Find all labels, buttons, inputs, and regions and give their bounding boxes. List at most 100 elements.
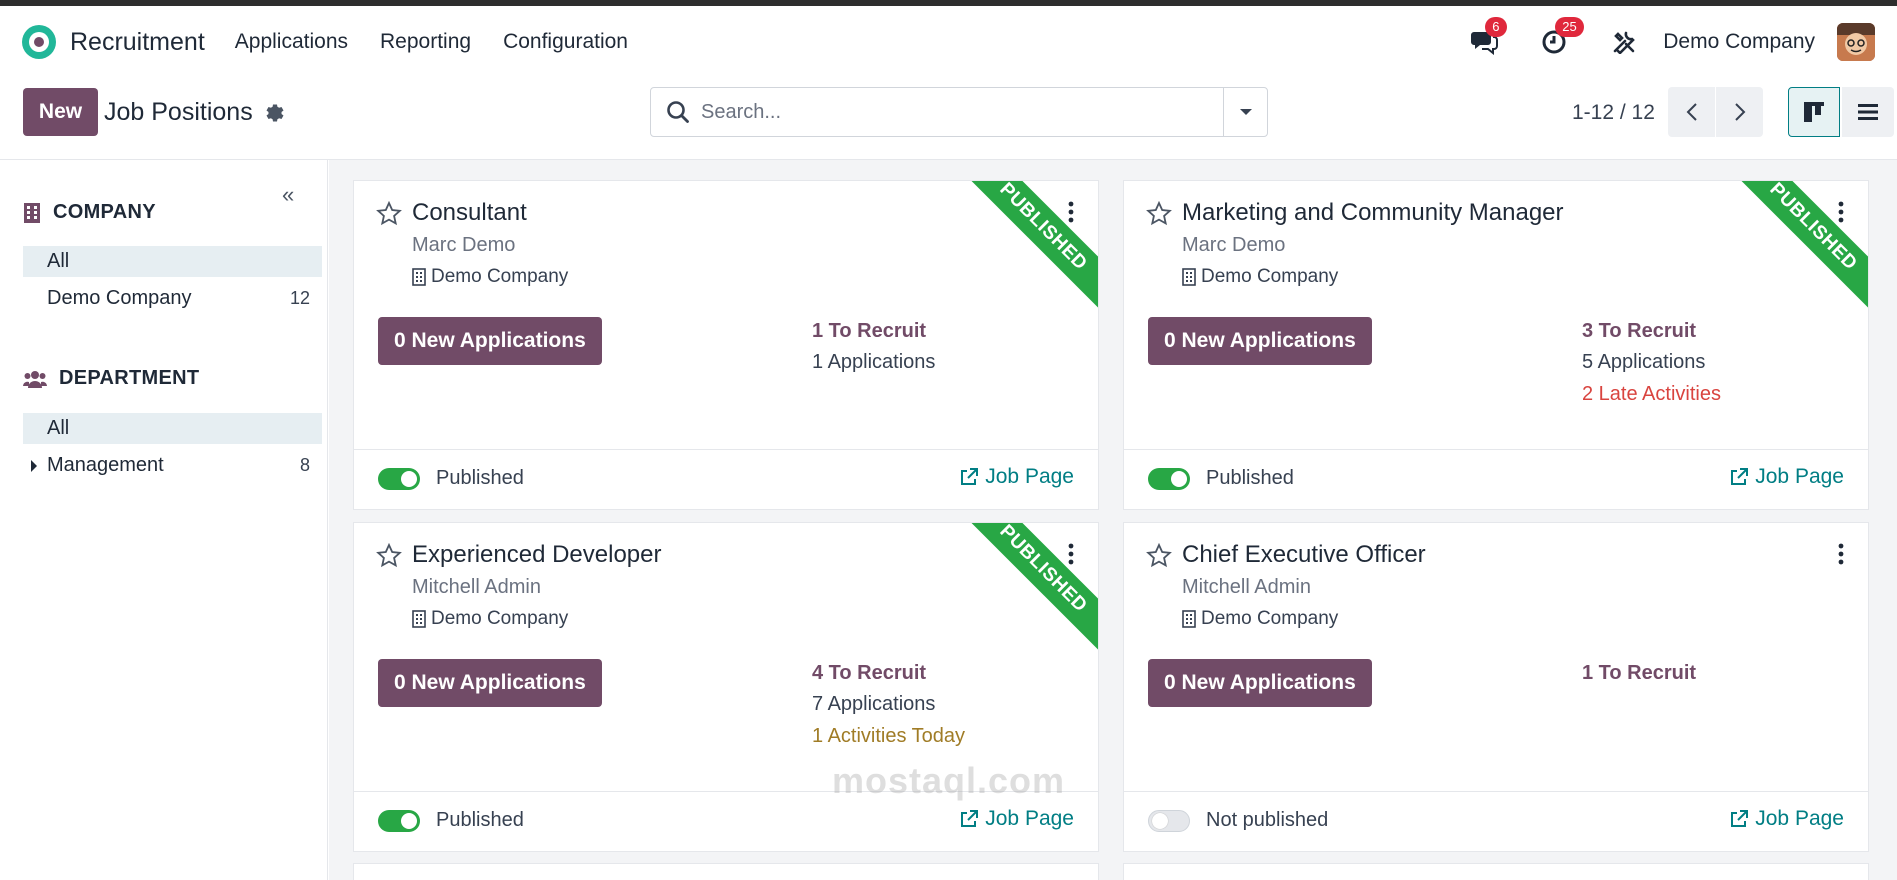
job-page-link[interactable]: Job Page: [1729, 807, 1844, 831]
applications-link[interactable]: 1 Applications: [812, 351, 935, 374]
job-page-link[interactable]: Job Page: [1729, 465, 1844, 489]
chevron-right-icon: [1734, 103, 1745, 121]
to-recruit-link[interactable]: 4 To Recruit: [812, 662, 926, 685]
job-company: Demo Company: [412, 266, 568, 288]
pager-next-button[interactable]: [1716, 87, 1763, 137]
company-header-label: COMPANY: [53, 201, 156, 223]
page-title: Job Positions: [104, 98, 253, 126]
star-icon[interactable]: [376, 201, 402, 227]
kanban-icon: [1804, 102, 1824, 122]
app-name[interactable]: Recruitment: [70, 28, 205, 57]
to-recruit-link[interactable]: 1 To Recruit: [812, 320, 926, 343]
published-label: Published: [1206, 467, 1294, 489]
gear-icon[interactable]: [261, 102, 285, 126]
filter-label: All: [47, 417, 70, 439]
list-view-button[interactable]: [1842, 87, 1894, 137]
recruitment-app-icon[interactable]: [22, 25, 56, 59]
job-title[interactable]: Chief Executive Officer: [1182, 541, 1426, 569]
published-label: Not published: [1206, 809, 1329, 831]
job-page-label: Job Page: [1755, 465, 1844, 488]
job-title[interactable]: Marketing and Community Manager: [1182, 199, 1564, 227]
building-icon: [412, 610, 426, 628]
pager-previous-button[interactable]: [1668, 87, 1715, 137]
company-switcher[interactable]: Demo Company: [1663, 30, 1815, 54]
tools-icon: [1613, 31, 1636, 54]
activities-today-link[interactable]: 1 Activities Today: [812, 725, 965, 748]
pager-value[interactable]: 1-12 / 12: [1572, 101, 1655, 125]
menu-reporting[interactable]: Reporting: [380, 30, 471, 54]
job-card-partial[interactable]: [1123, 863, 1869, 880]
company-name: Demo Company: [1201, 608, 1339, 629]
applications-link[interactable]: 5 Applications: [1582, 351, 1705, 374]
job-card-partial[interactable]: [353, 863, 1099, 880]
published-toggle[interactable]: [378, 810, 420, 832]
published-toggle[interactable]: [378, 468, 420, 490]
main-navbar: Recruitment Applications Reporting Confi…: [0, 6, 1897, 78]
job-card-ceo[interactable]: Chief Executive Officer Mitchell Admin D…: [1123, 522, 1869, 852]
collapse-sidebar-icon[interactable]: «: [282, 182, 294, 208]
new-applications-button[interactable]: 0 New Applications: [378, 317, 602, 365]
late-activities-link[interactable]: 2 Late Activities: [1582, 383, 1721, 406]
kebab-menu-icon[interactable]: [1838, 543, 1844, 565]
new-applications-button[interactable]: 0 New Applications: [1148, 659, 1372, 707]
kebab-menu-icon[interactable]: [1068, 201, 1074, 223]
to-recruit-link[interactable]: 1 To Recruit: [1582, 662, 1696, 685]
published-label: Published: [436, 467, 524, 489]
published-toggle[interactable]: [1148, 468, 1190, 490]
job-page-link[interactable]: Job Page: [959, 465, 1074, 489]
filter-company-demo[interactable]: Demo Company 12: [23, 283, 322, 314]
search-options-toggle[interactable]: [1223, 88, 1267, 136]
card-footer: Published Job Page: [354, 449, 1098, 509]
star-icon[interactable]: [376, 543, 402, 569]
filter-label: Management: [47, 454, 164, 476]
activities-button[interactable]: 25: [1539, 17, 1584, 57]
job-company: Demo Company: [412, 608, 568, 630]
users-icon: [23, 370, 47, 388]
menu-applications[interactable]: Applications: [235, 30, 348, 54]
new-applications-button[interactable]: 0 New Applications: [378, 659, 602, 707]
filter-company-all[interactable]: All: [23, 246, 322, 277]
to-recruit-link[interactable]: 3 To Recruit: [1582, 320, 1696, 343]
published-ribbon: PUBLISHED: [952, 523, 1098, 660]
job-title[interactable]: Consultant: [412, 199, 527, 227]
messages-button[interactable]: 6: [1469, 17, 1507, 57]
star-icon[interactable]: [1146, 543, 1172, 569]
avatar-face-icon: [1837, 23, 1875, 61]
kebab-menu-icon[interactable]: [1068, 543, 1074, 565]
user-avatar[interactable]: [1837, 23, 1875, 61]
activities-badge: 25: [1555, 17, 1584, 37]
new-applications-button[interactable]: 0 New Applications: [1148, 317, 1372, 365]
job-company: Demo Company: [1182, 608, 1338, 630]
building-icon: [1182, 610, 1196, 628]
applications-link[interactable]: 7 Applications: [812, 693, 935, 716]
job-card-experienced-developer[interactable]: PUBLISHED Experienced Developer Mitchell…: [353, 522, 1099, 852]
star-icon[interactable]: [1146, 201, 1172, 227]
messages-badge: 6: [1485, 17, 1507, 37]
recruiter-name: Mitchell Admin: [1182, 576, 1311, 598]
menu-configuration[interactable]: Configuration: [503, 30, 628, 54]
kanban-view-button[interactable]: [1788, 87, 1840, 137]
kebab-menu-icon[interactable]: [1838, 201, 1844, 223]
filter-department-all[interactable]: All: [23, 413, 322, 444]
job-page-label: Job Page: [985, 807, 1074, 830]
tools-button[interactable]: [1609, 27, 1639, 57]
search-input[interactable]: [701, 100, 1221, 124]
company-section-header: COMPANY: [23, 201, 156, 224]
job-card-marketing[interactable]: PUBLISHED Marketing and Community Manage…: [1123, 180, 1869, 510]
new-button[interactable]: New: [23, 88, 98, 136]
job-page-link[interactable]: Job Page: [959, 807, 1074, 831]
company-name: Demo Company: [431, 266, 569, 287]
job-page-label: Job Page: [1755, 807, 1844, 830]
search-panel-sidebar: « COMPANY All Demo Company 12 DEPARTMENT…: [0, 160, 328, 880]
filter-count: 8: [299, 455, 310, 475]
department-section-header: DEPARTMENT: [23, 367, 199, 390]
filter-label: Demo Company: [47, 287, 192, 309]
published-label: Published: [436, 809, 524, 831]
published-toggle[interactable]: [1148, 810, 1190, 832]
kanban-content: PUBLISHED Consultant Marc Demo Demo Comp…: [329, 160, 1897, 880]
filter-department-management[interactable]: Management 8: [23, 450, 322, 481]
caret-right-icon[interactable]: [31, 460, 37, 472]
job-title[interactable]: Experienced Developer: [412, 541, 661, 569]
job-card-consultant[interactable]: PUBLISHED Consultant Marc Demo Demo Comp…: [353, 180, 1099, 510]
recruiter-name: Mitchell Admin: [412, 576, 541, 598]
